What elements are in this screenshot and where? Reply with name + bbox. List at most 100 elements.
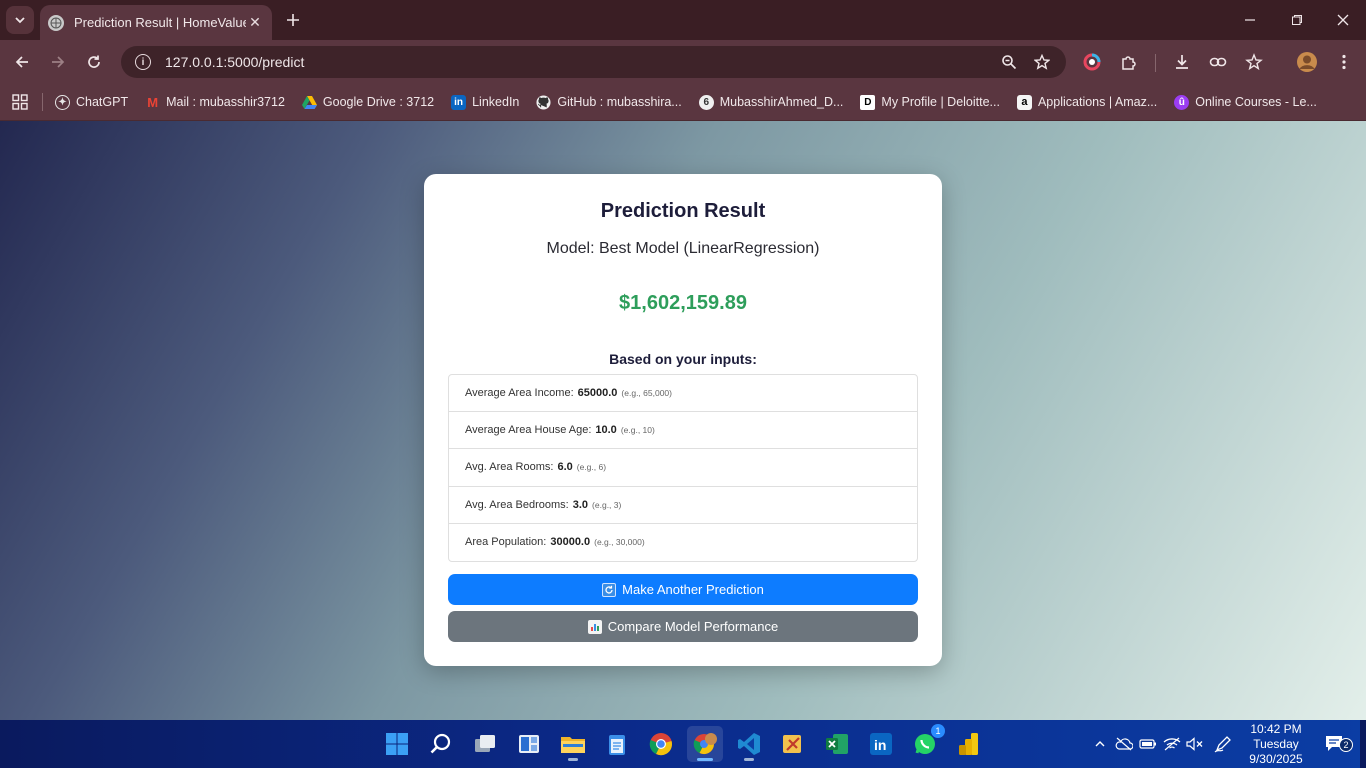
- color-extension-icon[interactable]: [1080, 50, 1104, 74]
- page-title: Prediction Result: [600, 200, 766, 222]
- back-button[interactable]: [10, 50, 34, 74]
- zoom-icon[interactable]: [999, 52, 1019, 72]
- chrome-profile-button[interactable]: [687, 726, 723, 762]
- link-icon[interactable]: [1206, 50, 1230, 74]
- linkedin-app-button[interactable]: in: [863, 726, 899, 762]
- bookmark-label: MubasshirAhmed_D...: [719, 95, 844, 109]
- bookmark-deloitte[interactable]: D My Profile | Deloitte...: [860, 94, 1000, 110]
- chevron-up-icon[interactable]: [1090, 734, 1110, 754]
- clock-date: 9/30/2025: [1249, 752, 1303, 766]
- task-view-button[interactable]: [467, 726, 503, 762]
- more-menu-icon[interactable]: [1332, 50, 1356, 74]
- bookmark-star-icon[interactable]: [1032, 52, 1052, 72]
- url-text[interactable]: 127.0.0.1:5000/predict: [165, 54, 304, 70]
- input-label: Average Area House Age:: [465, 424, 592, 437]
- clock-day: Tuesday: [1253, 737, 1299, 751]
- result-card: Prediction Result Model: Best Model (Lin…: [424, 174, 942, 666]
- input-row-house-age: Average Area House Age: 10.0 (e.g., 10): [449, 412, 917, 450]
- download-icon[interactable]: [1170, 50, 1194, 74]
- start-button[interactable]: [379, 726, 415, 762]
- running-indicator: [697, 758, 713, 761]
- input-example: (e.g., 6): [576, 462, 607, 473]
- profile-icon: 6: [698, 94, 714, 110]
- apps-grid-icon[interactable]: [10, 92, 30, 112]
- bookmark-label: Applications | Amaz...: [1037, 95, 1158, 109]
- reading-list-icon[interactable]: [1242, 50, 1266, 74]
- clock-time: 10:42 PM: [1250, 722, 1302, 736]
- excel-icon: [826, 734, 848, 754]
- input-row-rooms: Avg. Area Rooms: 6.0 (e.g., 6): [449, 449, 917, 487]
- power-bi-button[interactable]: [951, 726, 987, 762]
- running-indicator: [568, 758, 578, 761]
- arrow-left-icon: [15, 56, 28, 68]
- globe-icon: [48, 14, 64, 31]
- bookmark-linkedin[interactable]: in LinkedIn: [451, 94, 519, 110]
- whatsapp-badge: 1: [931, 724, 945, 738]
- system-clock[interactable]: 10:42 PM Tuesday 9/30/2025: [1244, 722, 1308, 767]
- avatar[interactable]: [1295, 50, 1319, 74]
- input-example: (e.g., 3): [592, 499, 622, 510]
- bookmark-courses[interactable]: û Online Courses - Le...: [1174, 94, 1317, 110]
- widgets-button[interactable]: [511, 726, 547, 762]
- amazon-icon: a: [1016, 94, 1032, 110]
- bookmark-chatgpt[interactable]: ✦ ChatGPT: [55, 94, 128, 110]
- bookmark-google-drive[interactable]: Google Drive : 3712: [301, 95, 434, 110]
- input-value: 6.0: [557, 461, 573, 474]
- google-drive-icon: [301, 95, 317, 110]
- linkedin-icon: in: [870, 733, 892, 755]
- file-explorer-button[interactable]: [555, 726, 591, 762]
- chrome-profile-icon: [693, 733, 717, 755]
- chrome-button[interactable]: [643, 726, 679, 762]
- excel-button[interactable]: [819, 726, 855, 762]
- vscode-button[interactable]: [731, 726, 767, 762]
- tab-search-button[interactable]: [6, 6, 34, 34]
- show-desktop-button[interactable]: [1360, 720, 1366, 768]
- site-info-icon[interactable]: i: [135, 54, 151, 70]
- input-row-income: Average Area Income: 65000.0 (e.g., 65,0…: [449, 375, 917, 413]
- close-tab-icon[interactable]: ✕: [246, 14, 264, 31]
- bookmark-label: Online Courses - Le...: [1195, 95, 1317, 109]
- bookmark-profile[interactable]: 6 MubasshirAhmed_D...: [698, 94, 844, 110]
- input-row-population: Area Population: 30000.0 (e.g., 30,000): [449, 524, 917, 561]
- input-row-bedrooms: Avg. Area Bedrooms: 3.0 (e.g., 3): [449, 487, 917, 524]
- tab-title: Prediction Result | HomeValueA: [74, 15, 246, 30]
- course-icon: û: [1174, 94, 1190, 110]
- github-icon: [536, 94, 551, 110]
- restore-button[interactable]: [1285, 8, 1309, 32]
- wifi-icon[interactable]: [1162, 734, 1182, 754]
- onedrive-icon[interactable]: [1114, 734, 1134, 754]
- tab-strip: Prediction Result | HomeValueA ✕: [0, 0, 1366, 40]
- browser-tab-active[interactable]: Prediction Result | HomeValueA ✕: [40, 5, 272, 40]
- bookmarks-bar: ✦ ChatGPT M Mail : mubasshir3712 Google …: [0, 84, 1366, 121]
- new-tab-button[interactable]: [282, 9, 304, 31]
- tools-app-icon: [783, 735, 801, 753]
- extensions-puzzle-icon[interactable]: [1117, 50, 1141, 74]
- notepad-button[interactable]: [599, 726, 635, 762]
- close-window-button[interactable]: [1331, 8, 1355, 32]
- notification-center-icon[interactable]: 2: [1323, 734, 1353, 754]
- tools-app-button[interactable]: [775, 726, 811, 762]
- input-label: Average Area Income:: [465, 387, 574, 400]
- taskbar-search-button[interactable]: [423, 726, 459, 762]
- svg-text:in: in: [874, 737, 886, 753]
- bookmark-amazon[interactable]: a Applications | Amaz...: [1016, 94, 1158, 110]
- whatsapp-button[interactable]: 1: [907, 724, 945, 762]
- volume-muted-icon[interactable]: [1185, 734, 1205, 754]
- make-another-prediction-button[interactable]: Make Another Prediction: [448, 574, 918, 605]
- deloitte-icon: D: [860, 94, 876, 110]
- notification-count: 2: [1339, 738, 1353, 752]
- forward-button[interactable]: [46, 50, 70, 74]
- minimize-button[interactable]: [1238, 8, 1262, 32]
- model-name: Model: Best Model (LinearRegression): [546, 240, 820, 257]
- battery-icon[interactable]: [1138, 734, 1158, 754]
- compare-model-performance-button[interactable]: Compare Model Performance: [448, 611, 918, 642]
- bookmark-github[interactable]: GitHub : mubasshira...: [536, 94, 682, 110]
- bookmark-gmail[interactable]: M Mail : mubasshir3712: [145, 95, 285, 110]
- pen-icon[interactable]: [1213, 734, 1233, 754]
- gmail-icon: M: [147, 94, 159, 110]
- reload-button[interactable]: [82, 50, 106, 74]
- address-bar[interactable]: i 127.0.0.1:5000/predict: [121, 46, 1066, 78]
- input-value: 65000.0: [577, 387, 618, 400]
- chrome-icon: [649, 733, 672, 756]
- bar-chart-icon: [587, 619, 602, 634]
